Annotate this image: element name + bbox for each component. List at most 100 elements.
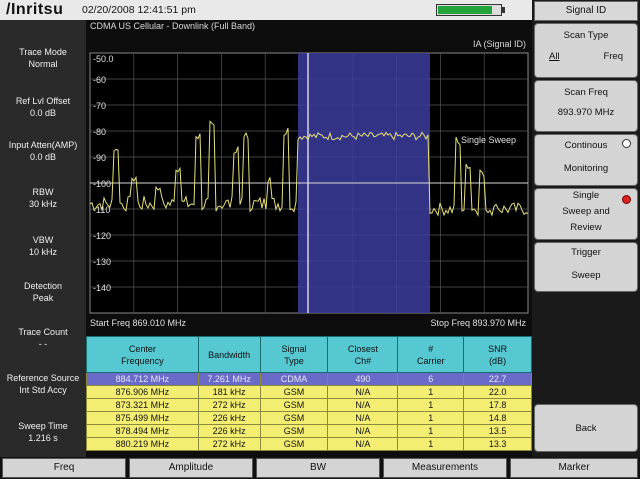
table-row[interactable]: 875.499 MHz 226 kHz GSM N/A 1 14.8 [86,411,532,425]
menu-title: Signal ID [534,1,638,21]
status-label: Trace Count [18,327,68,337]
status-label: RBW [32,187,54,197]
status-value: 10 kHz [28,247,57,257]
status-value: Normal [28,59,58,69]
back-button[interactable]: Back [534,404,638,452]
y-tick-label: -130 [93,257,111,267]
frequency-span-labels: Start Freq 869.010 MHz Stop Freq 893.970… [86,318,532,332]
brand-logo: /Inritsu [6,1,64,18]
y-tick-label: -80 [93,127,106,137]
sweep-time-status: Sweep Time 1.216 s [0,420,86,444]
y-tick-label: -60 [93,75,106,85]
y-tick-label: -100 [93,179,111,189]
battery-icon [436,4,502,16]
table-cell: GSM [259,398,329,412]
measurement-title: CDMA US Cellular - Downlink (Full Band) [90,21,256,31]
column-header: Closest Ch# [327,336,399,373]
y-tick-label: -70 [93,101,106,111]
header-bar: /Inritsu 02/20/2008 12:41:51 pm [0,0,532,20]
table-cell: 876.906 MHz [86,385,199,399]
trace-mode-status: Trace Mode Normal [0,46,86,70]
table-cell: GSM [259,437,329,451]
scan-type-option-all[interactable]: All [549,50,560,63]
column-header: Signal Type [259,336,329,373]
table-row[interactable]: 876.906 MHz 181 kHz GSM N/A 1 22.0 [86,385,532,399]
table-cell: 226 kHz [197,424,261,438]
button-label: Trigger [571,247,601,258]
table-cell: N/A [327,398,399,412]
button-label: Review [570,222,602,233]
table-cell: 14.8 [463,411,532,425]
scan-freq-button[interactable]: Scan Freq 893.970 MHz [534,80,638,132]
table-header-row: Center Frequency Bandwidth Signal Type C… [86,336,532,373]
signal-id-table: Center Frequency Bandwidth Signal Type C… [86,336,532,451]
tab-measurements[interactable]: Measurements [383,458,507,478]
start-freq-label: Start Freq 869.010 MHz [90,318,187,328]
table-cell: 880.219 MHz [86,437,199,451]
trace-count-status: Trace Count - - [0,326,86,350]
table-row[interactable]: 873.321 MHz 272 kHz GSM N/A 1 17.8 [86,398,532,412]
column-header: SNR (dB) [463,336,532,373]
status-label: Ref Lvl Offset [15,96,71,106]
radio-on-icon [622,195,631,204]
table-row[interactable]: 878.494 MHz 226 kHz GSM N/A 1 13.5 [86,424,532,438]
y-tick-label: -50.0 [93,54,114,64]
trigger-sweep-button[interactable]: Trigger Sweep [534,242,638,292]
sweep-label: Single Sweep [461,135,516,145]
bottom-menu-bar: Freq Amplitude BW Measurements Marker [0,457,640,479]
table-cell: 1 [397,437,465,451]
tab-freq[interactable]: Freq [2,458,126,478]
status-value: - - [38,339,48,349]
table-cell: CDMA [259,372,329,386]
spectrum-plot[interactable]: -50.0 -60 -70 -80 -90 -100 -110 -120 -130 -140 Si… [86,20,532,318]
status-label: Trace Mode [19,47,67,57]
table-cell: GSM [259,385,329,399]
table-cell: GSM [259,411,329,425]
ref-level-offset-status: Ref Lvl Offset 0.0 dB [0,95,86,119]
table-cell: 13.5 [463,424,532,438]
button-label: Scan Freq [564,87,608,98]
vbw-status: VBW 10 kHz [0,234,86,258]
stop-freq-label: Stop Freq 893.970 MHz [430,318,526,328]
status-value: Peak [32,293,54,303]
y-tick-label: -120 [93,231,111,241]
button-label: Monitoring [563,163,609,174]
settings-panel: Trace Mode Normal Ref Lvl Offset 0.0 dB In… [0,20,86,457]
mode-label: IA (Signal ID) [472,39,526,49]
battery-level-fill [438,6,492,14]
continuous-monitoring-button[interactable]: Continous Monitoring [534,134,638,186]
button-label: Back [575,423,597,434]
empty-softkey [534,294,638,402]
input-atten-status: Input Atten(AMP) 0.0 dB [0,139,86,163]
status-value: 0.0 dB [29,152,57,162]
table-cell: 13.3 [463,437,532,451]
status-label: Sweep Time [18,421,68,431]
single-sweep-review-button[interactable]: Single Sweep and Review [534,188,638,240]
tab-marker[interactable]: Marker [510,458,638,478]
scan-type-button[interactable]: Scan Type All Freq [534,23,638,78]
table-cell: 226 kHz [197,411,261,425]
table-row[interactable]: 880.219 MHz 272 kHz GSM N/A 1 13.3 [86,437,532,451]
tab-amplitude[interactable]: Amplitude [129,458,253,478]
table-cell: 873.321 MHz [86,398,199,412]
scan-type-option-freq[interactable]: Freq [603,50,623,63]
column-header: # Carrier [397,336,465,373]
table-cell: 1 [397,411,465,425]
table-cell: 1 [397,424,465,438]
table-cell: 22.0 [463,385,532,399]
table-cell: N/A [327,437,399,451]
reference-source-status: Reference Source Int Std Accy [0,372,86,396]
y-tick-label: -90 [93,153,106,163]
column-header: Center Frequency [86,336,199,373]
table-cell: 1 [397,398,465,412]
table-cell: 6 [397,372,465,386]
status-label: Reference Source [6,373,80,383]
table-cell: N/A [327,424,399,438]
table-row[interactable]: 884.712 MHz 7.261 MHz CDMA 490 6 22.7 [86,372,532,386]
button-value: 893.970 MHz [557,107,615,118]
table-cell: 181 kHz [197,385,261,399]
table-cell: 878.494 MHz [86,424,199,438]
button-label: Scan Type [563,30,609,41]
table-cell: 22.7 [463,372,532,386]
tab-bw[interactable]: BW [256,458,380,478]
